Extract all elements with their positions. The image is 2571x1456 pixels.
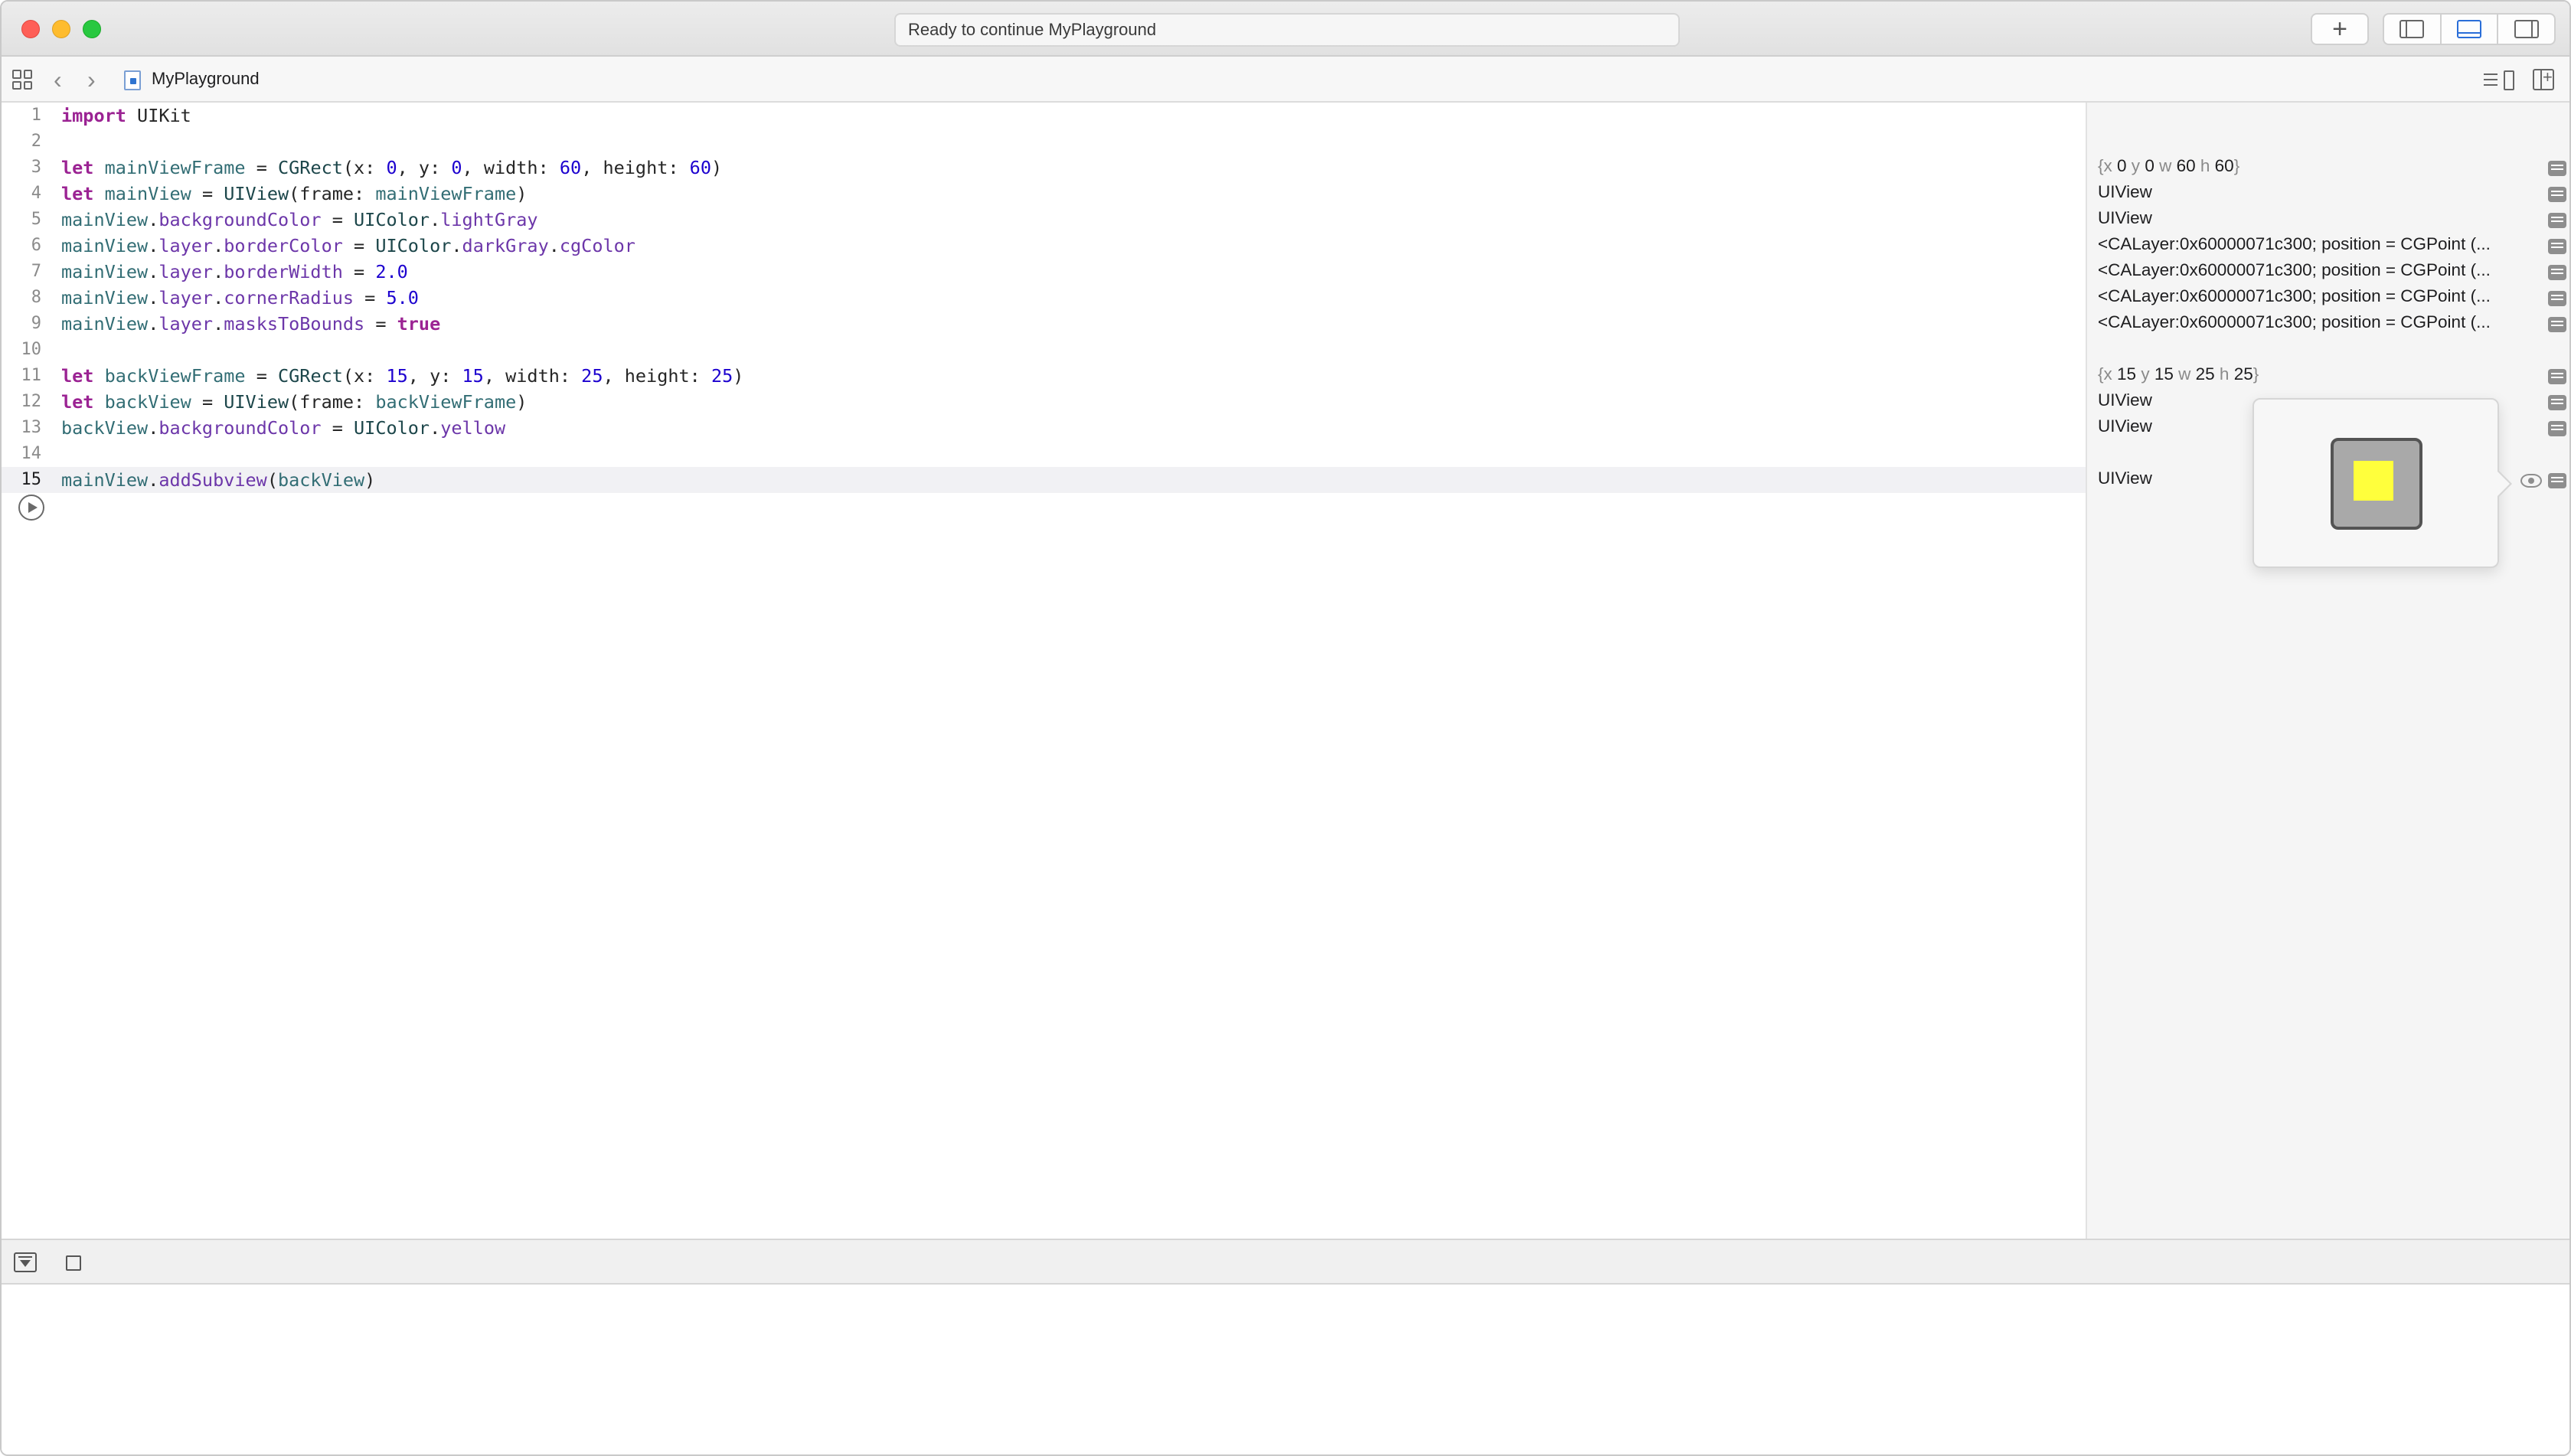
show-result-button[interactable] bbox=[2548, 213, 2566, 228]
line-number: 13 bbox=[21, 418, 42, 437]
playground-file-icon bbox=[124, 70, 141, 90]
result-value: <CALayer:0x60000071c300; position = CGPo… bbox=[2098, 260, 2491, 279]
code-line[interactable]: 4 let mainView = UIView(frame: mainViewFr… bbox=[2, 181, 2086, 207]
close-window-button[interactable] bbox=[21, 20, 40, 38]
toggle-inspector-button[interactable] bbox=[2498, 15, 2554, 44]
code-line[interactable]: 1 import UIKit bbox=[2, 103, 2086, 129]
result-value: <CALayer:0x60000071c300; position = CGPo… bbox=[2098, 312, 2491, 331]
activity-status-field: Ready to continue MyPlayground bbox=[894, 13, 1680, 47]
code-line[interactable]: 14 bbox=[2, 441, 2086, 467]
code-line[interactable]: 8 mainView.layer.cornerRadius = 5.0 bbox=[2, 285, 2086, 311]
code-line[interactable]: 3 let mainViewFrame = CGRect(x: 0, y: 0, … bbox=[2, 155, 2086, 181]
code-line[interactable]: 2 bbox=[2, 129, 2086, 155]
line-number: 8 bbox=[31, 288, 41, 307]
code-lines: 1 import UIKit 2 3 let mainViewFrame = CGR… bbox=[2, 103, 2086, 493]
run-playground-button[interactable] bbox=[18, 495, 44, 521]
show-result-button[interactable] bbox=[2548, 421, 2566, 436]
minimize-window-button[interactable] bbox=[52, 20, 70, 38]
forward-button[interactable]: › bbox=[87, 64, 96, 95]
main-view-preview bbox=[2331, 438, 2422, 530]
title-bar: Ready to continue MyPlayground + bbox=[2, 2, 2569, 57]
result-value: <CALayer:0x60000071c300; position = CGPo… bbox=[2098, 234, 2491, 253]
code-line[interactable]: 6 mainView.layer.borderColor = UIColor.da… bbox=[2, 233, 2086, 259]
result-value: UIView bbox=[2098, 208, 2152, 227]
show-result-button[interactable] bbox=[2548, 369, 2566, 384]
jump-bar: ‹ › MyPlayground bbox=[2, 57, 2569, 103]
bottom-panel-icon bbox=[2457, 20, 2481, 38]
line-number: 14 bbox=[21, 444, 42, 463]
line-number: 3 bbox=[31, 158, 41, 177]
console-checkbox[interactable] bbox=[66, 1255, 81, 1271]
panel-toggle-group bbox=[2383, 13, 2556, 45]
code-line[interactable]: 9 mainView.layer.masksToBounds = true bbox=[2, 311, 2086, 337]
back-button[interactable]: ‹ bbox=[54, 64, 62, 95]
code-line-current[interactable]: 15 mainView.addSubview(backView) bbox=[2, 467, 2086, 493]
show-result-button[interactable] bbox=[2548, 291, 2566, 306]
line-number: 10 bbox=[21, 340, 42, 359]
quick-look-popover bbox=[2252, 398, 2512, 568]
breadcrumb-file-name[interactable]: MyPlayground bbox=[152, 69, 260, 89]
library-add-button[interactable]: + bbox=[2311, 13, 2369, 45]
back-view-preview bbox=[2354, 461, 2393, 501]
debug-bar bbox=[2, 1239, 2569, 1285]
code-line[interactable]: 13 backView.backgroundColor = UIColor.yel… bbox=[2, 415, 2086, 441]
line-number: 5 bbox=[31, 210, 41, 229]
line-number: 7 bbox=[31, 262, 41, 281]
toggle-navigator-button[interactable] bbox=[2384, 15, 2442, 44]
line-number: 15 bbox=[21, 470, 42, 489]
line-number: 1 bbox=[31, 106, 41, 125]
quick-look-eye-icon[interactable] bbox=[2520, 474, 2542, 488]
code-line[interactable]: 10 bbox=[2, 337, 2086, 363]
show-result-button[interactable] bbox=[2548, 161, 2566, 176]
result-rect-main: {x 0 y 0 w 60 h 60} bbox=[2098, 156, 2240, 175]
left-panel-icon bbox=[2399, 20, 2425, 38]
line-number: 11 bbox=[21, 366, 42, 385]
line-number: 2 bbox=[31, 132, 41, 151]
code-line[interactable]: 5 mainView.backgroundColor = UIColor.ligh… bbox=[2, 207, 2086, 233]
toggle-debug-area-button[interactable] bbox=[2442, 15, 2499, 44]
add-editor-icon[interactable] bbox=[2533, 67, 2554, 90]
line-number: 6 bbox=[31, 236, 41, 255]
right-panel-icon bbox=[2514, 20, 2539, 38]
editor-options-icon[interactable] bbox=[2484, 70, 2514, 90]
show-result-button[interactable] bbox=[2548, 265, 2566, 280]
source-editor[interactable]: 1 import UIKit 2 3 let mainViewFrame = CGR… bbox=[2, 103, 2086, 1239]
console-output[interactable] bbox=[2, 1285, 2569, 1454]
show-result-button[interactable] bbox=[2548, 317, 2566, 332]
line-number: 9 bbox=[31, 314, 41, 333]
code-line[interactable]: 7 mainView.layer.borderWidth = 2.0 bbox=[2, 259, 2086, 285]
show-result-button[interactable] bbox=[2548, 187, 2566, 202]
show-result-button[interactable] bbox=[2548, 473, 2566, 488]
results-sidebar: {x 0 y 0 w 60 h 60} UIView UIView <CALay… bbox=[2086, 103, 2569, 1239]
line-number: 12 bbox=[21, 392, 42, 411]
code-line[interactable]: 12 let backView = UIView(frame: backViewF… bbox=[2, 389, 2086, 415]
hide-debug-area-button[interactable] bbox=[14, 1252, 37, 1272]
result-value: <CALayer:0x60000071c300; position = CGPo… bbox=[2098, 286, 2491, 305]
code-line[interactable]: 11 let backViewFrame = CGRect(x: 15, y: 1… bbox=[2, 363, 2086, 389]
line-number: 4 bbox=[31, 184, 41, 203]
show-result-button[interactable] bbox=[2548, 239, 2566, 254]
result-rect-back: {x 15 y 15 w 25 h 25} bbox=[2098, 364, 2259, 384]
result-value: UIView bbox=[2098, 182, 2152, 201]
related-items-grid-icon[interactable] bbox=[12, 70, 32, 90]
playground-window: Ready to continue MyPlayground + ‹ › MyP… bbox=[0, 0, 2571, 1456]
zoom-window-button[interactable] bbox=[83, 20, 101, 38]
show-result-button[interactable] bbox=[2548, 395, 2566, 410]
